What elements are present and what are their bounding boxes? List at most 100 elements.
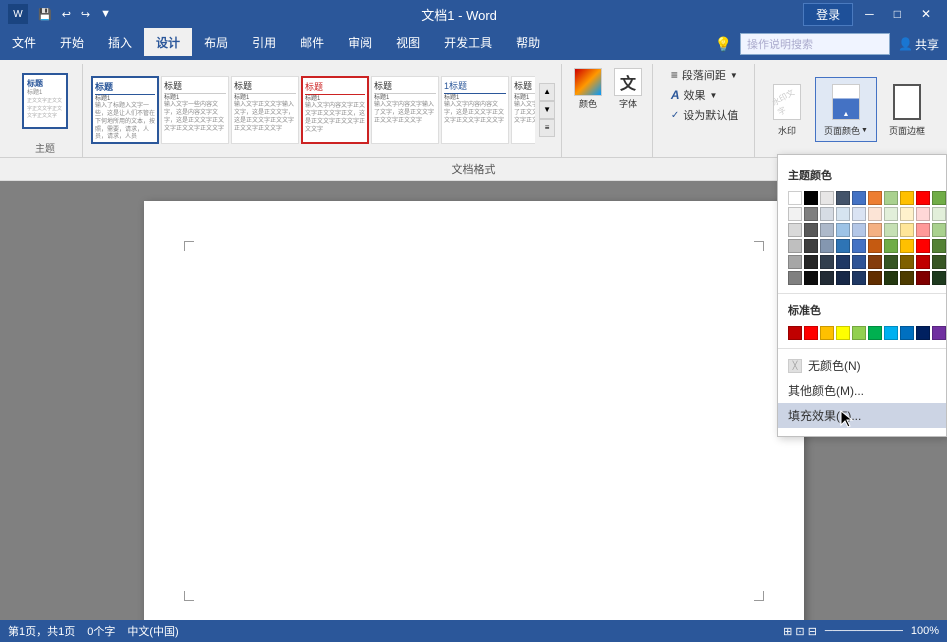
theme-color-swatch[interactable]	[932, 255, 946, 269]
standard-color-swatch[interactable]	[852, 326, 866, 340]
theme-color-swatch[interactable]	[836, 191, 850, 205]
theme-color-swatch[interactable]	[836, 239, 850, 253]
scroll-up-btn[interactable]: ▲	[539, 83, 555, 101]
font-btn[interactable]: 文 字体	[610, 66, 646, 112]
style-item-4[interactable]: 标题 标题1输入文字内容文字正文文字正文文字正文，这是正文文字正文文字正文文字	[301, 76, 369, 144]
theme-color-swatch[interactable]	[820, 255, 834, 269]
theme-color-swatch[interactable]	[900, 255, 914, 269]
tab-mailings[interactable]: 邮件	[288, 28, 336, 56]
restore-button[interactable]: □	[886, 5, 909, 23]
theme-color-swatch[interactable]	[900, 223, 914, 237]
theme-color-swatch[interactable]	[788, 191, 802, 205]
set-default-btn[interactable]: ✓ 设为默认值	[667, 106, 742, 124]
theme-color-swatch[interactable]	[916, 207, 930, 221]
theme-color-swatch[interactable]	[788, 223, 802, 237]
style-item-3[interactable]: 标题 标题1输入文字正文文字输入文字，这是正文文字，这是正文文字正文文字正文文字…	[231, 76, 299, 144]
search-input-box[interactable]: 操作说明搜索	[740, 33, 890, 55]
tab-view[interactable]: 视图	[384, 28, 432, 56]
theme-color-swatch[interactable]	[804, 271, 818, 285]
login-button[interactable]: 登录	[803, 3, 853, 26]
style-item-5[interactable]: 标题 标题1输入文字内容文字输入了文字，这是正文文字正文文字正文文字	[371, 76, 439, 144]
tab-developer[interactable]: 开发工具	[432, 28, 504, 56]
theme-color-swatch[interactable]	[868, 239, 882, 253]
theme-color-swatch[interactable]	[916, 239, 930, 253]
theme-color-swatch[interactable]	[900, 207, 914, 221]
theme-color-swatch[interactable]	[820, 223, 834, 237]
theme-color-swatch[interactable]	[932, 191, 946, 205]
theme-color-swatch[interactable]	[852, 191, 866, 205]
theme-color-swatch[interactable]	[804, 239, 818, 253]
style-item-7[interactable]: 标题 标题1输入文字内容文字输入了正文文字，这是正文文字正文文字正文	[511, 76, 535, 144]
theme-color-swatch[interactable]	[836, 271, 850, 285]
theme-color-swatch[interactable]	[868, 191, 882, 205]
theme-button[interactable]: 标题 标题1正文文字正文文字正文文字正文文字正文文字	[14, 69, 76, 133]
standard-color-swatch[interactable]	[868, 326, 882, 340]
view-buttons[interactable]: ⊞ ⊡ ⊟	[783, 625, 817, 638]
tab-insert[interactable]: 插入	[96, 28, 144, 56]
style-item-6[interactable]: 1标题 标题1输入文字内容内容文字，这是正文文字正文文字正文文字正文文字	[441, 76, 509, 144]
paragraph-spacing-btn[interactable]: ≡ 段落间距 ▼	[667, 66, 742, 84]
standard-color-swatch[interactable]	[836, 326, 850, 340]
tab-design[interactable]: 设计	[144, 28, 192, 56]
theme-color-swatch[interactable]	[900, 271, 914, 285]
theme-color-swatch[interactable]	[820, 191, 834, 205]
redo-btn[interactable]: ↪	[77, 6, 94, 23]
tab-layout[interactable]: 布局	[192, 28, 240, 56]
theme-color-swatch[interactable]	[868, 271, 882, 285]
scroll-down-btn[interactable]: ▼	[539, 101, 555, 119]
save-quick-btn[interactable]: 💾	[34, 6, 56, 23]
theme-color-swatch[interactable]	[804, 191, 818, 205]
theme-color-swatch[interactable]	[804, 207, 818, 221]
standard-color-swatch[interactable]	[884, 326, 898, 340]
standard-color-swatch[interactable]	[916, 326, 930, 340]
theme-color-swatch[interactable]	[820, 207, 834, 221]
close-button[interactable]: ✕	[913, 5, 939, 23]
no-color-item[interactable]: ╳ 无颜色(N)	[778, 353, 946, 378]
theme-color-swatch[interactable]	[820, 271, 834, 285]
theme-color-swatch[interactable]	[900, 239, 914, 253]
theme-color-swatch[interactable]	[916, 191, 930, 205]
theme-color-swatch[interactable]	[852, 207, 866, 221]
theme-color-swatch[interactable]	[788, 207, 802, 221]
theme-color-swatch[interactable]	[788, 255, 802, 269]
theme-color-swatch[interactable]	[932, 239, 946, 253]
effects-btn[interactable]: A 效果 ▼	[667, 86, 722, 104]
theme-color-swatch[interactable]	[868, 223, 882, 237]
theme-color-swatch[interactable]	[788, 239, 802, 253]
undo-btn[interactable]: ↩	[58, 6, 75, 23]
theme-color-swatch[interactable]	[852, 239, 866, 253]
theme-color-swatch[interactable]	[884, 271, 898, 285]
theme-color-swatch[interactable]	[884, 239, 898, 253]
tab-references[interactable]: 引用	[240, 28, 288, 56]
theme-color-swatch[interactable]	[932, 207, 946, 221]
color-swatch-btn[interactable]: 颜色	[570, 66, 606, 112]
theme-color-swatch[interactable]	[868, 207, 882, 221]
theme-color-swatch[interactable]	[788, 271, 802, 285]
theme-color-swatch[interactable]	[852, 271, 866, 285]
standard-color-swatch[interactable]	[788, 326, 802, 340]
more-colors-item[interactable]: 其他颜色(M)...	[778, 378, 946, 403]
theme-color-swatch[interactable]	[884, 191, 898, 205]
theme-color-swatch[interactable]	[852, 255, 866, 269]
page-border-button[interactable]: 页面边框	[881, 78, 933, 141]
theme-color-swatch[interactable]	[932, 271, 946, 285]
minimize-button[interactable]: ─	[857, 5, 882, 23]
style-item-1[interactable]: 标题 标题1输入了标题入文字一些，这是让人们不管在下何地所用的文本，按照，需要，…	[91, 76, 159, 144]
quick-access-dropdown[interactable]: ▼	[96, 6, 115, 22]
theme-color-swatch[interactable]	[868, 255, 882, 269]
tab-home[interactable]: 开始	[48, 28, 96, 56]
fill-effects-item[interactable]: 填充效果(F)...	[778, 403, 946, 428]
page-color-button[interactable]: ▲ 页面颜色▼	[815, 77, 877, 142]
scroll-more-btn[interactable]: ≡	[539, 119, 555, 137]
theme-color-swatch[interactable]	[884, 223, 898, 237]
tab-review[interactable]: 审阅	[336, 28, 384, 56]
watermark-button[interactable]: 水印文字 水印	[763, 78, 811, 141]
theme-color-swatch[interactable]	[916, 255, 930, 269]
theme-color-swatch[interactable]	[836, 255, 850, 269]
theme-color-swatch[interactable]	[916, 223, 930, 237]
standard-color-swatch[interactable]	[804, 326, 818, 340]
share-button[interactable]: 👤 共享	[898, 36, 939, 53]
standard-color-swatch[interactable]	[900, 326, 914, 340]
theme-color-swatch[interactable]	[916, 271, 930, 285]
theme-color-swatch[interactable]	[884, 255, 898, 269]
